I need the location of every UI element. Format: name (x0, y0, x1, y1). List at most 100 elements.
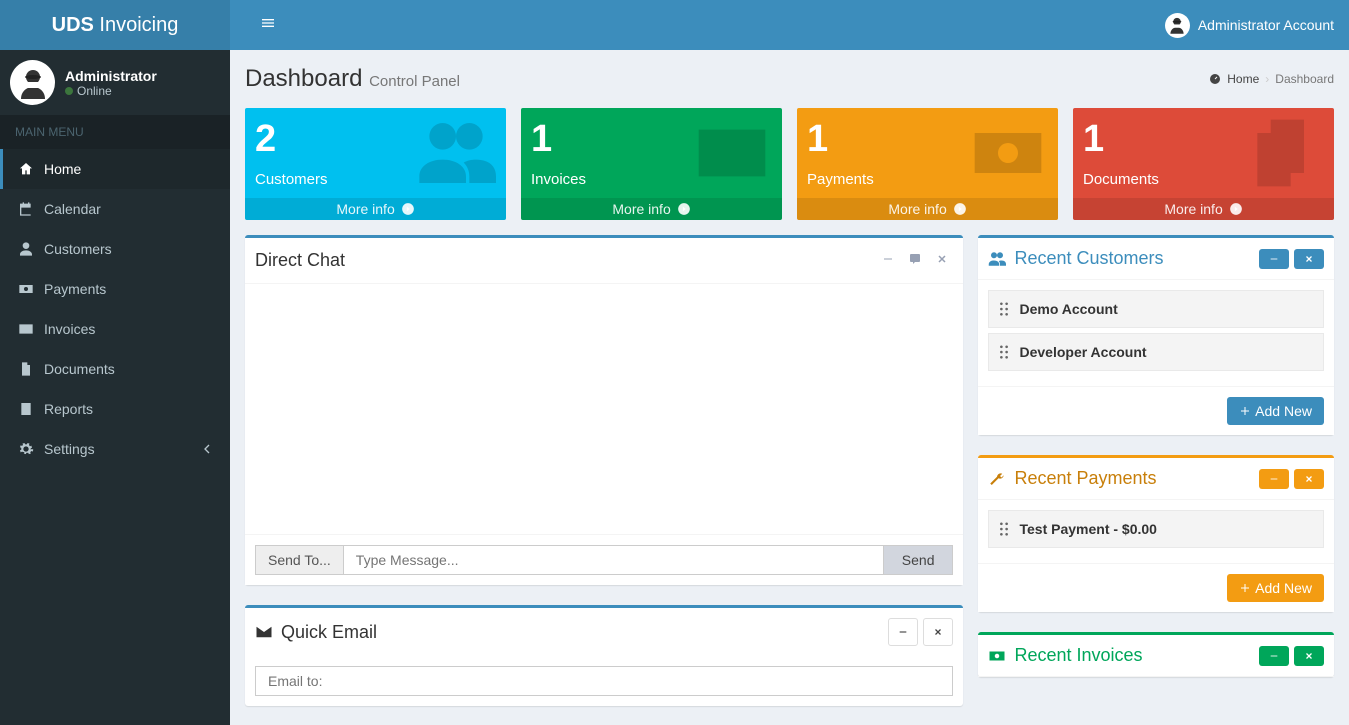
sidebar-user-name: Administrator (65, 68, 157, 84)
sidebar-item-label: Invoices (44, 321, 95, 337)
arrow-circle-icon (953, 202, 967, 216)
content-wrapper: Dashboard Control Panel Home › Dashboard… (230, 50, 1349, 725)
sidebar-user-status[interactable]: Online (65, 84, 157, 98)
minus-icon (1269, 254, 1279, 264)
bars-icon (260, 15, 276, 31)
stat-more-info-link[interactable]: More info (245, 198, 506, 220)
main-row: Direct Chat Send To... Send (245, 235, 1334, 725)
direct-chat-box: Direct Chat Send To... Send (245, 235, 963, 585)
recent-customers-box: Recent Customers Demo Account Developer … (978, 235, 1333, 435)
sidebar-item-documents[interactable]: Documents (0, 349, 230, 389)
sidebar-item-settings[interactable]: Settings (0, 429, 230, 469)
collapse-button[interactable] (877, 248, 899, 273)
stat-more-info-link[interactable]: More info (521, 198, 782, 220)
minus-icon (882, 253, 894, 265)
sidebar-item-payments[interactable]: Payments (0, 269, 230, 309)
arrow-circle-icon (1229, 202, 1243, 216)
sidebar-item-label: Payments (44, 281, 106, 297)
collapse-button[interactable] (1259, 646, 1289, 666)
report-icon (18, 401, 34, 417)
list-item[interactable]: Developer Account (988, 333, 1323, 371)
sidebar-item-customers[interactable]: Customers (0, 229, 230, 269)
send-to-label: Send To... (255, 545, 343, 575)
breadcrumb-home[interactable]: Home (1227, 72, 1259, 86)
sidebar-item-reports[interactable]: Reports (0, 389, 230, 429)
users-icon (988, 250, 1006, 268)
plus-icon (1239, 582, 1251, 594)
wrench-icon (988, 470, 1006, 488)
add-new-button[interactable]: Add New (1227, 397, 1324, 425)
stat-more-info-link[interactable]: More info (1073, 198, 1334, 220)
main-header: UDS Invoicing Administrator Account (0, 0, 1349, 50)
avatar (1165, 13, 1190, 38)
collapse-button[interactable] (1259, 469, 1289, 489)
stat-box-invoices: 1Invoices More info (521, 108, 782, 220)
chat-toggle-button[interactable] (904, 248, 926, 273)
minus-icon (1269, 651, 1279, 661)
gear-icon (18, 441, 34, 457)
close-icon (1304, 651, 1314, 661)
collapse-button[interactable] (888, 618, 918, 646)
main-sidebar: Administrator Online MAIN MENU Home Cale… (0, 50, 230, 725)
chevron-left-icon (199, 441, 215, 457)
card-icon (692, 113, 772, 196)
chat-messages-area (245, 284, 963, 534)
stat-box-payments: 1Payments More info (797, 108, 1058, 220)
sidebar-item-calendar[interactable]: Calendar (0, 189, 230, 229)
chat-message-input[interactable] (343, 545, 884, 575)
breadcrumb: Home › Dashboard (1209, 72, 1334, 86)
page-subtitle: Control Panel (369, 73, 460, 90)
email-to-input[interactable] (255, 666, 953, 696)
box-title: Recent Invoices (988, 645, 1142, 666)
dashboard-icon (1209, 73, 1221, 85)
sidebar-toggle-button[interactable] (245, 5, 291, 46)
quick-email-box: Quick Email (245, 605, 963, 706)
comments-icon (909, 253, 921, 265)
card-icon (18, 321, 34, 337)
remove-button[interactable] (923, 618, 953, 646)
list-item[interactable]: Test Payment - $0.00 (988, 510, 1323, 548)
home-icon (18, 161, 34, 177)
close-icon (1304, 474, 1314, 484)
money-icon (968, 113, 1048, 196)
sidebar-item-label: Calendar (44, 201, 101, 217)
close-icon (933, 627, 943, 637)
box-title: Direct Chat (255, 250, 345, 271)
send-button[interactable]: Send (884, 545, 954, 575)
file-icon (18, 361, 34, 377)
breadcrumb-current: Dashboard (1275, 72, 1334, 86)
sidebar-user-panel: Administrator Online (0, 50, 230, 115)
stat-box-documents: 1Documents More info (1073, 108, 1334, 220)
sidebar-item-invoices[interactable]: Invoices (0, 309, 230, 349)
minus-icon (1269, 474, 1279, 484)
remove-button[interactable] (1294, 469, 1324, 489)
remove-button[interactable] (1294, 249, 1324, 269)
grip-icon (999, 522, 1009, 536)
remove-button[interactable] (1294, 646, 1324, 666)
stats-row: 2Customers More info 1Invoices More info… (245, 108, 1334, 220)
plus-icon (1239, 405, 1251, 417)
remove-button[interactable] (931, 248, 953, 273)
docs-icon (1244, 113, 1324, 196)
sidebar-item-home[interactable]: Home (0, 149, 230, 189)
sidebar-item-label: Documents (44, 361, 115, 377)
sidebar-menu: Home Calendar Customers Payments Invoice… (0, 149, 230, 469)
box-title: Recent Payments (988, 468, 1156, 489)
content-header: Dashboard Control Panel Home › Dashboard (230, 50, 1349, 93)
page-title: Dashboard Control Panel (245, 65, 460, 93)
add-new-button[interactable]: Add New (1227, 574, 1324, 602)
avatar (10, 60, 55, 105)
sidebar-item-label: Settings (44, 441, 95, 457)
recent-invoices-box: Recent Invoices (978, 632, 1333, 677)
sidebar-item-label: Home (44, 161, 81, 177)
close-icon (936, 253, 948, 265)
recent-payments-box: Recent Payments Test Payment - $0.00 Add… (978, 455, 1333, 612)
collapse-button[interactable] (1259, 249, 1289, 269)
stat-box-customers: 2Customers More info (245, 108, 506, 220)
user-menu[interactable]: Administrator Account (1165, 13, 1334, 38)
stat-more-info-link[interactable]: More info (797, 198, 1058, 220)
list-item[interactable]: Demo Account (988, 290, 1323, 328)
top-navbar: Administrator Account (230, 0, 1349, 50)
brand-logo[interactable]: UDS Invoicing (0, 0, 230, 50)
users-icon (416, 113, 496, 196)
